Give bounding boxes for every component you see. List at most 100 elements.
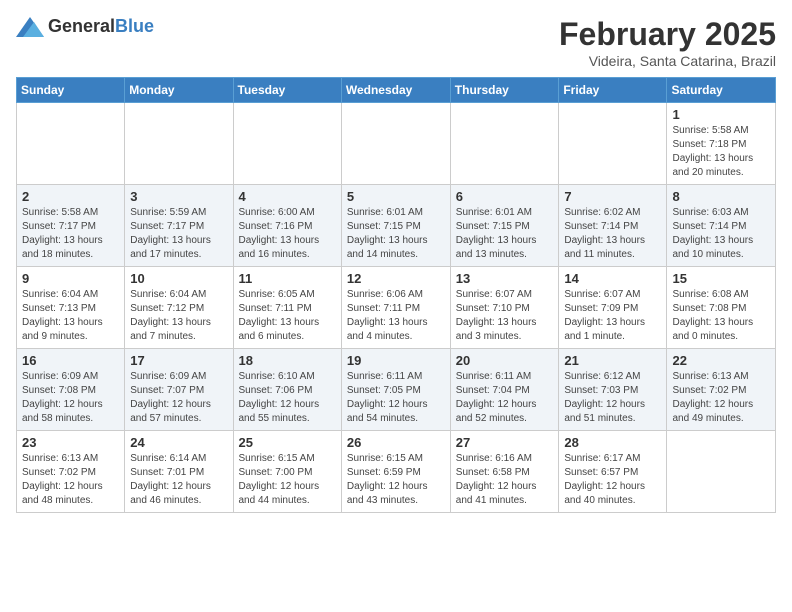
day-number: 5 [347, 189, 445, 204]
col-header-saturday: Saturday [667, 78, 776, 103]
day-info: Sunrise: 6:04 AM Sunset: 7:12 PM Dayligh… [130, 288, 227, 344]
day-info: Sunrise: 6:07 AM Sunset: 7:10 PM Dayligh… [456, 288, 554, 344]
col-header-sunday: Sunday [17, 78, 125, 103]
calendar-header-row: SundayMondayTuesdayWednesdayThursdayFrid… [17, 78, 776, 103]
calendar-subtitle: Videira, Santa Catarina, Brazil [559, 53, 776, 69]
logo-general: General [48, 16, 115, 36]
day-info: Sunrise: 6:06 AM Sunset: 7:11 PM Dayligh… [347, 288, 445, 344]
col-header-monday: Monday [125, 78, 233, 103]
calendar-cell: 20 Sunrise: 6:11 AM Sunset: 7:04 PM Dayli… [450, 349, 559, 431]
day-number: 15 [672, 271, 770, 286]
title-block: February 2025 Videira, Santa Catarina, B… [559, 16, 776, 69]
calendar-cell [17, 103, 125, 185]
calendar-week-2: 2Sunrise: 5:58 AM Sunset: 7:17 PM Daylig… [17, 185, 776, 267]
day-number: 3 [130, 189, 227, 204]
day-number: 18 [239, 353, 336, 368]
col-header-thursday: Thursday [450, 78, 559, 103]
calendar-cell: 12 Sunrise: 6:06 AM Sunset: 7:11 PM Dayli… [341, 267, 450, 349]
calendar-cell: 6Sunrise: 6:01 AM Sunset: 7:15 PM Daylig… [450, 185, 559, 267]
day-number: 8 [672, 189, 770, 204]
day-info: Sunrise: 6:12 AM Sunset: 7:03 PM Dayligh… [564, 370, 661, 426]
calendar-cell: 5 Sunrise: 6:01 AM Sunset: 7:15 PM Daylig… [341, 185, 450, 267]
day-info: Sunrise: 6:09 AM Sunset: 7:08 PM Dayligh… [22, 370, 119, 426]
calendar-cell: 14Sunrise: 6:07 AM Sunset: 7:09 PM Dayli… [559, 267, 667, 349]
calendar-cell: 17 Sunrise: 6:09 AM Sunset: 7:07 PM Dayli… [125, 349, 233, 431]
calendar-cell: 21 Sunrise: 6:12 AM Sunset: 7:03 PM Dayli… [559, 349, 667, 431]
day-info: Sunrise: 6:02 AM Sunset: 7:14 PM Dayligh… [564, 206, 661, 262]
day-info: Sunrise: 6:10 AM Sunset: 7:06 PM Dayligh… [239, 370, 336, 426]
day-number: 17 [130, 353, 227, 368]
calendar-week-5: 23 Sunrise: 6:13 AM Sunset: 7:02 PM Dayli… [17, 431, 776, 513]
day-info: Sunrise: 6:15 AM Sunset: 7:00 PM Dayligh… [239, 452, 336, 508]
calendar-cell: 24 Sunrise: 6:14 AM Sunset: 7:01 PM Dayli… [125, 431, 233, 513]
day-info: Sunrise: 5:58 AM Sunset: 7:18 PM Dayligh… [672, 124, 770, 180]
day-number: 1 [672, 107, 770, 122]
calendar-cell: 2Sunrise: 5:58 AM Sunset: 7:17 PM Daylig… [17, 185, 125, 267]
calendar-body: 1 Sunrise: 5:58 AM Sunset: 7:18 PM Daylig… [17, 103, 776, 513]
day-number: 26 [347, 435, 445, 450]
day-info: Sunrise: 6:09 AM Sunset: 7:07 PM Dayligh… [130, 370, 227, 426]
day-info: Sunrise: 5:59 AM Sunset: 7:17 PM Dayligh… [130, 206, 227, 262]
day-info: Sunrise: 6:07 AM Sunset: 7:09 PM Dayligh… [564, 288, 661, 344]
day-number: 22 [672, 353, 770, 368]
day-info: Sunrise: 6:01 AM Sunset: 7:15 PM Dayligh… [347, 206, 445, 262]
calendar-cell: 3 Sunrise: 5:59 AM Sunset: 7:17 PM Daylig… [125, 185, 233, 267]
day-number: 24 [130, 435, 227, 450]
calendar-cell: 7 Sunrise: 6:02 AM Sunset: 7:14 PM Daylig… [559, 185, 667, 267]
calendar-cell: 8 Sunrise: 6:03 AM Sunset: 7:14 PM Daylig… [667, 185, 776, 267]
day-info: Sunrise: 6:15 AM Sunset: 6:59 PM Dayligh… [347, 452, 445, 508]
day-info: Sunrise: 6:14 AM Sunset: 7:01 PM Dayligh… [130, 452, 227, 508]
day-info: Sunrise: 6:17 AM Sunset: 6:57 PM Dayligh… [564, 452, 661, 508]
calendar-week-3: 9Sunrise: 6:04 AM Sunset: 7:13 PM Daylig… [17, 267, 776, 349]
calendar-cell: 18 Sunrise: 6:10 AM Sunset: 7:06 PM Dayli… [233, 349, 341, 431]
calendar-title: February 2025 [559, 16, 776, 53]
calendar-cell [341, 103, 450, 185]
calendar-cell: 22 Sunrise: 6:13 AM Sunset: 7:02 PM Dayli… [667, 349, 776, 431]
day-info: Sunrise: 6:08 AM Sunset: 7:08 PM Dayligh… [672, 288, 770, 344]
calendar-cell [559, 103, 667, 185]
calendar-cell: 9Sunrise: 6:04 AM Sunset: 7:13 PM Daylig… [17, 267, 125, 349]
day-info: Sunrise: 6:13 AM Sunset: 7:02 PM Dayligh… [22, 452, 119, 508]
col-header-tuesday: Tuesday [233, 78, 341, 103]
calendar-cell [125, 103, 233, 185]
calendar-table: SundayMondayTuesdayWednesdayThursdayFrid… [16, 77, 776, 513]
day-number: 20 [456, 353, 554, 368]
calendar-cell: 28 Sunrise: 6:17 AM Sunset: 6:57 PM Dayli… [559, 431, 667, 513]
day-number: 12 [347, 271, 445, 286]
day-info: Sunrise: 6:11 AM Sunset: 7:04 PM Dayligh… [456, 370, 554, 426]
calendar-cell [233, 103, 341, 185]
page-header: GeneralBlue February 2025 Videira, Santa… [16, 16, 776, 69]
day-number: 23 [22, 435, 119, 450]
calendar-cell [450, 103, 559, 185]
calendar-cell: 13 Sunrise: 6:07 AM Sunset: 7:10 PM Dayli… [450, 267, 559, 349]
col-header-wednesday: Wednesday [341, 78, 450, 103]
day-number: 25 [239, 435, 336, 450]
day-info: Sunrise: 6:03 AM Sunset: 7:14 PM Dayligh… [672, 206, 770, 262]
calendar-cell: 16 Sunrise: 6:09 AM Sunset: 7:08 PM Dayli… [17, 349, 125, 431]
day-info: Sunrise: 6:16 AM Sunset: 6:58 PM Dayligh… [456, 452, 554, 508]
logo-blue: Blue [115, 16, 154, 36]
day-info: Sunrise: 6:05 AM Sunset: 7:11 PM Dayligh… [239, 288, 336, 344]
day-number: 28 [564, 435, 661, 450]
day-number: 6 [456, 189, 554, 204]
day-number: 13 [456, 271, 554, 286]
day-number: 21 [564, 353, 661, 368]
calendar-cell [667, 431, 776, 513]
day-number: 27 [456, 435, 554, 450]
day-number: 11 [239, 271, 336, 286]
calendar-cell: 1 Sunrise: 5:58 AM Sunset: 7:18 PM Daylig… [667, 103, 776, 185]
calendar-cell: 26 Sunrise: 6:15 AM Sunset: 6:59 PM Dayli… [341, 431, 450, 513]
day-number: 4 [239, 189, 336, 204]
calendar-cell: 10 Sunrise: 6:04 AM Sunset: 7:12 PM Dayli… [125, 267, 233, 349]
day-info: Sunrise: 6:00 AM Sunset: 7:16 PM Dayligh… [239, 206, 336, 262]
day-number: 10 [130, 271, 227, 286]
day-number: 7 [564, 189, 661, 204]
day-info: Sunrise: 5:58 AM Sunset: 7:17 PM Dayligh… [22, 206, 119, 262]
calendar-week-4: 16 Sunrise: 6:09 AM Sunset: 7:08 PM Dayli… [17, 349, 776, 431]
day-number: 16 [22, 353, 119, 368]
day-info: Sunrise: 6:13 AM Sunset: 7:02 PM Dayligh… [672, 370, 770, 426]
calendar-cell: 19Sunrise: 6:11 AM Sunset: 7:05 PM Dayli… [341, 349, 450, 431]
calendar-cell: 25 Sunrise: 6:15 AM Sunset: 7:00 PM Dayli… [233, 431, 341, 513]
day-number: 19 [347, 353, 445, 368]
calendar-cell: 15 Sunrise: 6:08 AM Sunset: 7:08 PM Dayli… [667, 267, 776, 349]
